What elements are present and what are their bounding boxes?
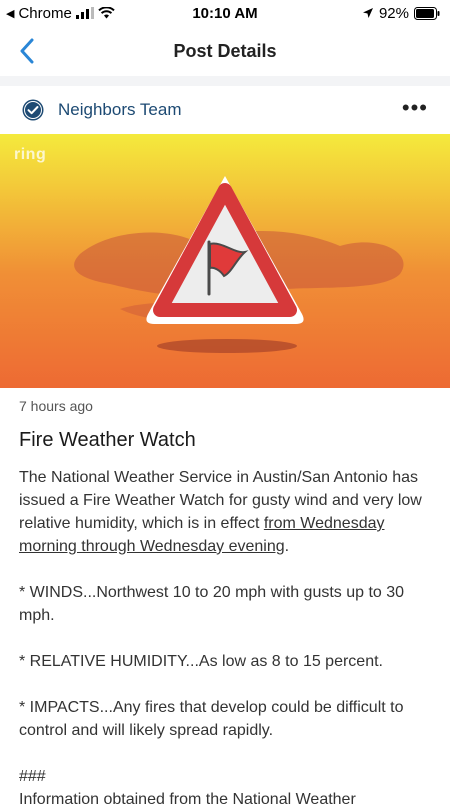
impacts-paragraph: * IMPACTS...Any fires that develop could…	[19, 699, 404, 739]
more-options-button[interactable]: •••	[402, 97, 428, 119]
wifi-icon	[98, 7, 115, 19]
post-author[interactable]: Neighbors Team	[58, 100, 181, 120]
battery-icon	[414, 6, 440, 20]
chevron-left-icon	[20, 38, 34, 64]
back-to-app[interactable]: ◀ Chrome	[0, 5, 115, 22]
separator-text: ###	[19, 768, 46, 785]
fire-warning-illustration	[74, 176, 404, 353]
cellular-signal-icon	[75, 7, 94, 19]
post-timestamp: 7 hours ago	[19, 398, 93, 414]
nav-bar: Post Details	[0, 26, 450, 76]
back-button[interactable]	[12, 36, 42, 66]
verified-badge-icon	[22, 99, 44, 121]
post-header: Neighbors Team •••	[0, 86, 450, 134]
back-triangle-icon: ◀	[6, 7, 15, 20]
divider	[0, 76, 450, 86]
back-app-label: Chrome	[18, 4, 72, 22]
post-content: 7 hours ago Fire Weather Watch The Natio…	[19, 398, 439, 811]
intro-end: .	[284, 538, 290, 555]
intro-paragraph: The National Weather Service in Austin/S…	[19, 466, 439, 558]
page-title: Post Details	[173, 40, 277, 61]
location-arrow-icon	[362, 8, 373, 18]
humidity-paragraph: * RELATIVE HUMIDITY...As low as 8 to 15 …	[19, 653, 383, 670]
post-hero-image: ring	[0, 134, 450, 388]
status-bar: ◀ Chrome 10:10 AM 92%	[0, 0, 450, 26]
battery-percent: 92%	[378, 4, 409, 22]
winds-paragraph: * WINDS...Northwest 10 to 20 mph with gu…	[19, 584, 405, 624]
post-body: The National Weather Service in Austin/S…	[19, 466, 439, 811]
post-title: Fire Weather Watch	[19, 429, 196, 451]
